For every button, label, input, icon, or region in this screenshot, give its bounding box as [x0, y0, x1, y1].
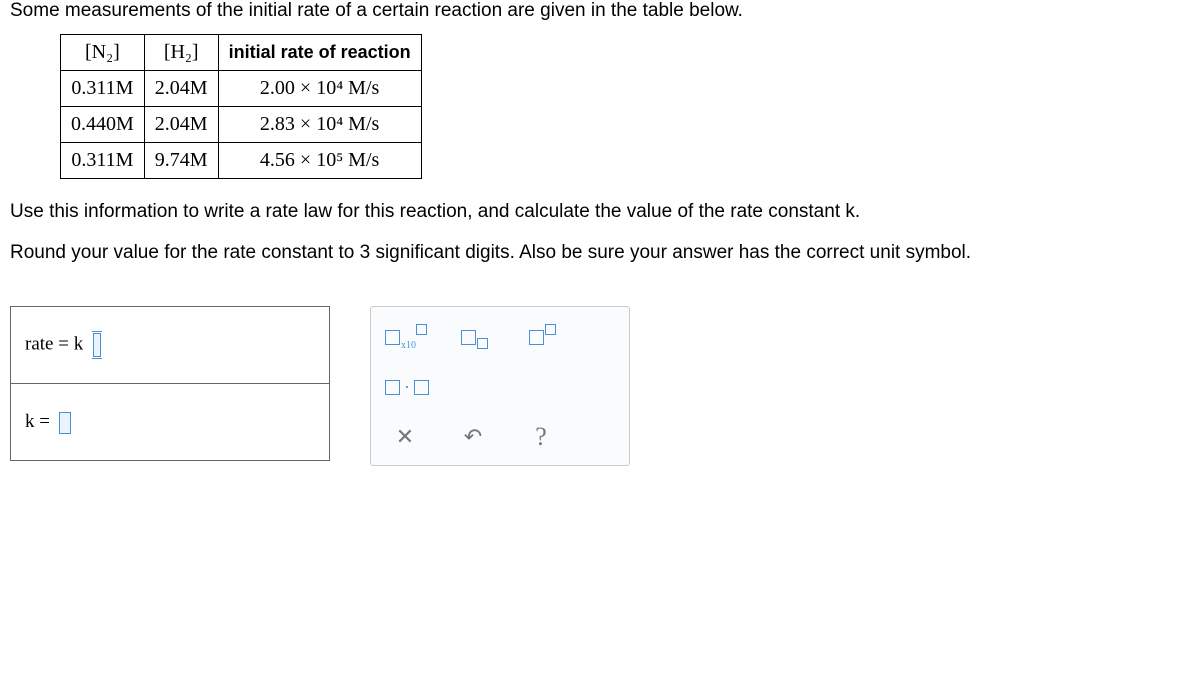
rate-law-input[interactable]	[93, 333, 101, 357]
scientific-notation-button[interactable]: x10	[385, 321, 426, 353]
table-row: 0.440M 2.04M 2.83 × 10⁴ M/s	[61, 107, 422, 143]
cell-h2: 9.74M	[144, 143, 218, 179]
instruction-2: Round your value for the rate constant t…	[10, 240, 1190, 267]
cell-n2: 0.440M	[61, 107, 145, 143]
box-icon	[529, 330, 544, 345]
box-icon	[385, 330, 400, 345]
cell-n2: 0.311M	[61, 143, 145, 179]
box-icon	[545, 324, 556, 335]
cell-n2: 0.311M	[61, 71, 145, 107]
multiply-dot-button[interactable]: ·	[385, 371, 429, 403]
rate-law-cell[interactable]: rate = k	[11, 307, 330, 384]
cell-rate: 4.56 × 10⁵ M/s	[218, 143, 421, 179]
data-table: [N₂] [H₂] initial rate of reaction 0.311…	[60, 34, 422, 179]
superscript-button[interactable]	[522, 321, 562, 353]
table-row: 0.311M 2.04M 2.00 × 10⁴ M/s	[61, 71, 422, 107]
cell-rate: 2.83 × 10⁴ M/s	[218, 107, 421, 143]
col-header-rate: initial rate of reaction	[218, 35, 421, 71]
box-icon	[416, 324, 427, 335]
clear-button[interactable]: ✕	[385, 421, 425, 453]
k-label: k =	[25, 411, 50, 432]
col-header-n2: [N₂]	[61, 35, 145, 71]
help-button[interactable]: ?	[521, 421, 561, 453]
table-row: 0.311M 9.74M 4.56 × 10⁵ M/s	[61, 143, 422, 179]
cell-h2: 2.04M	[144, 71, 218, 107]
dot-icon: ·	[404, 377, 410, 398]
k-value-cell[interactable]: k =	[11, 384, 330, 461]
intro-text: Some measurements of the initial rate of…	[10, 0, 1190, 22]
k-value-input[interactable]	[59, 412, 71, 434]
box-icon	[385, 380, 400, 395]
undo-button[interactable]: ↶	[453, 421, 493, 453]
answer-table: rate = k k =	[10, 306, 330, 461]
col-header-h2: [H₂]	[144, 35, 218, 71]
cell-h2: 2.04M	[144, 107, 218, 143]
instruction-1: Use this information to write a rate law…	[10, 199, 1190, 226]
cell-rate: 2.00 × 10⁴ M/s	[218, 71, 421, 107]
box-icon	[461, 330, 476, 345]
rate-law-label: rate = k	[25, 334, 83, 355]
subscript-button[interactable]	[454, 321, 494, 353]
box-icon	[477, 338, 488, 349]
symbol-palette: x10 ·	[370, 306, 630, 466]
box-icon	[414, 380, 429, 395]
